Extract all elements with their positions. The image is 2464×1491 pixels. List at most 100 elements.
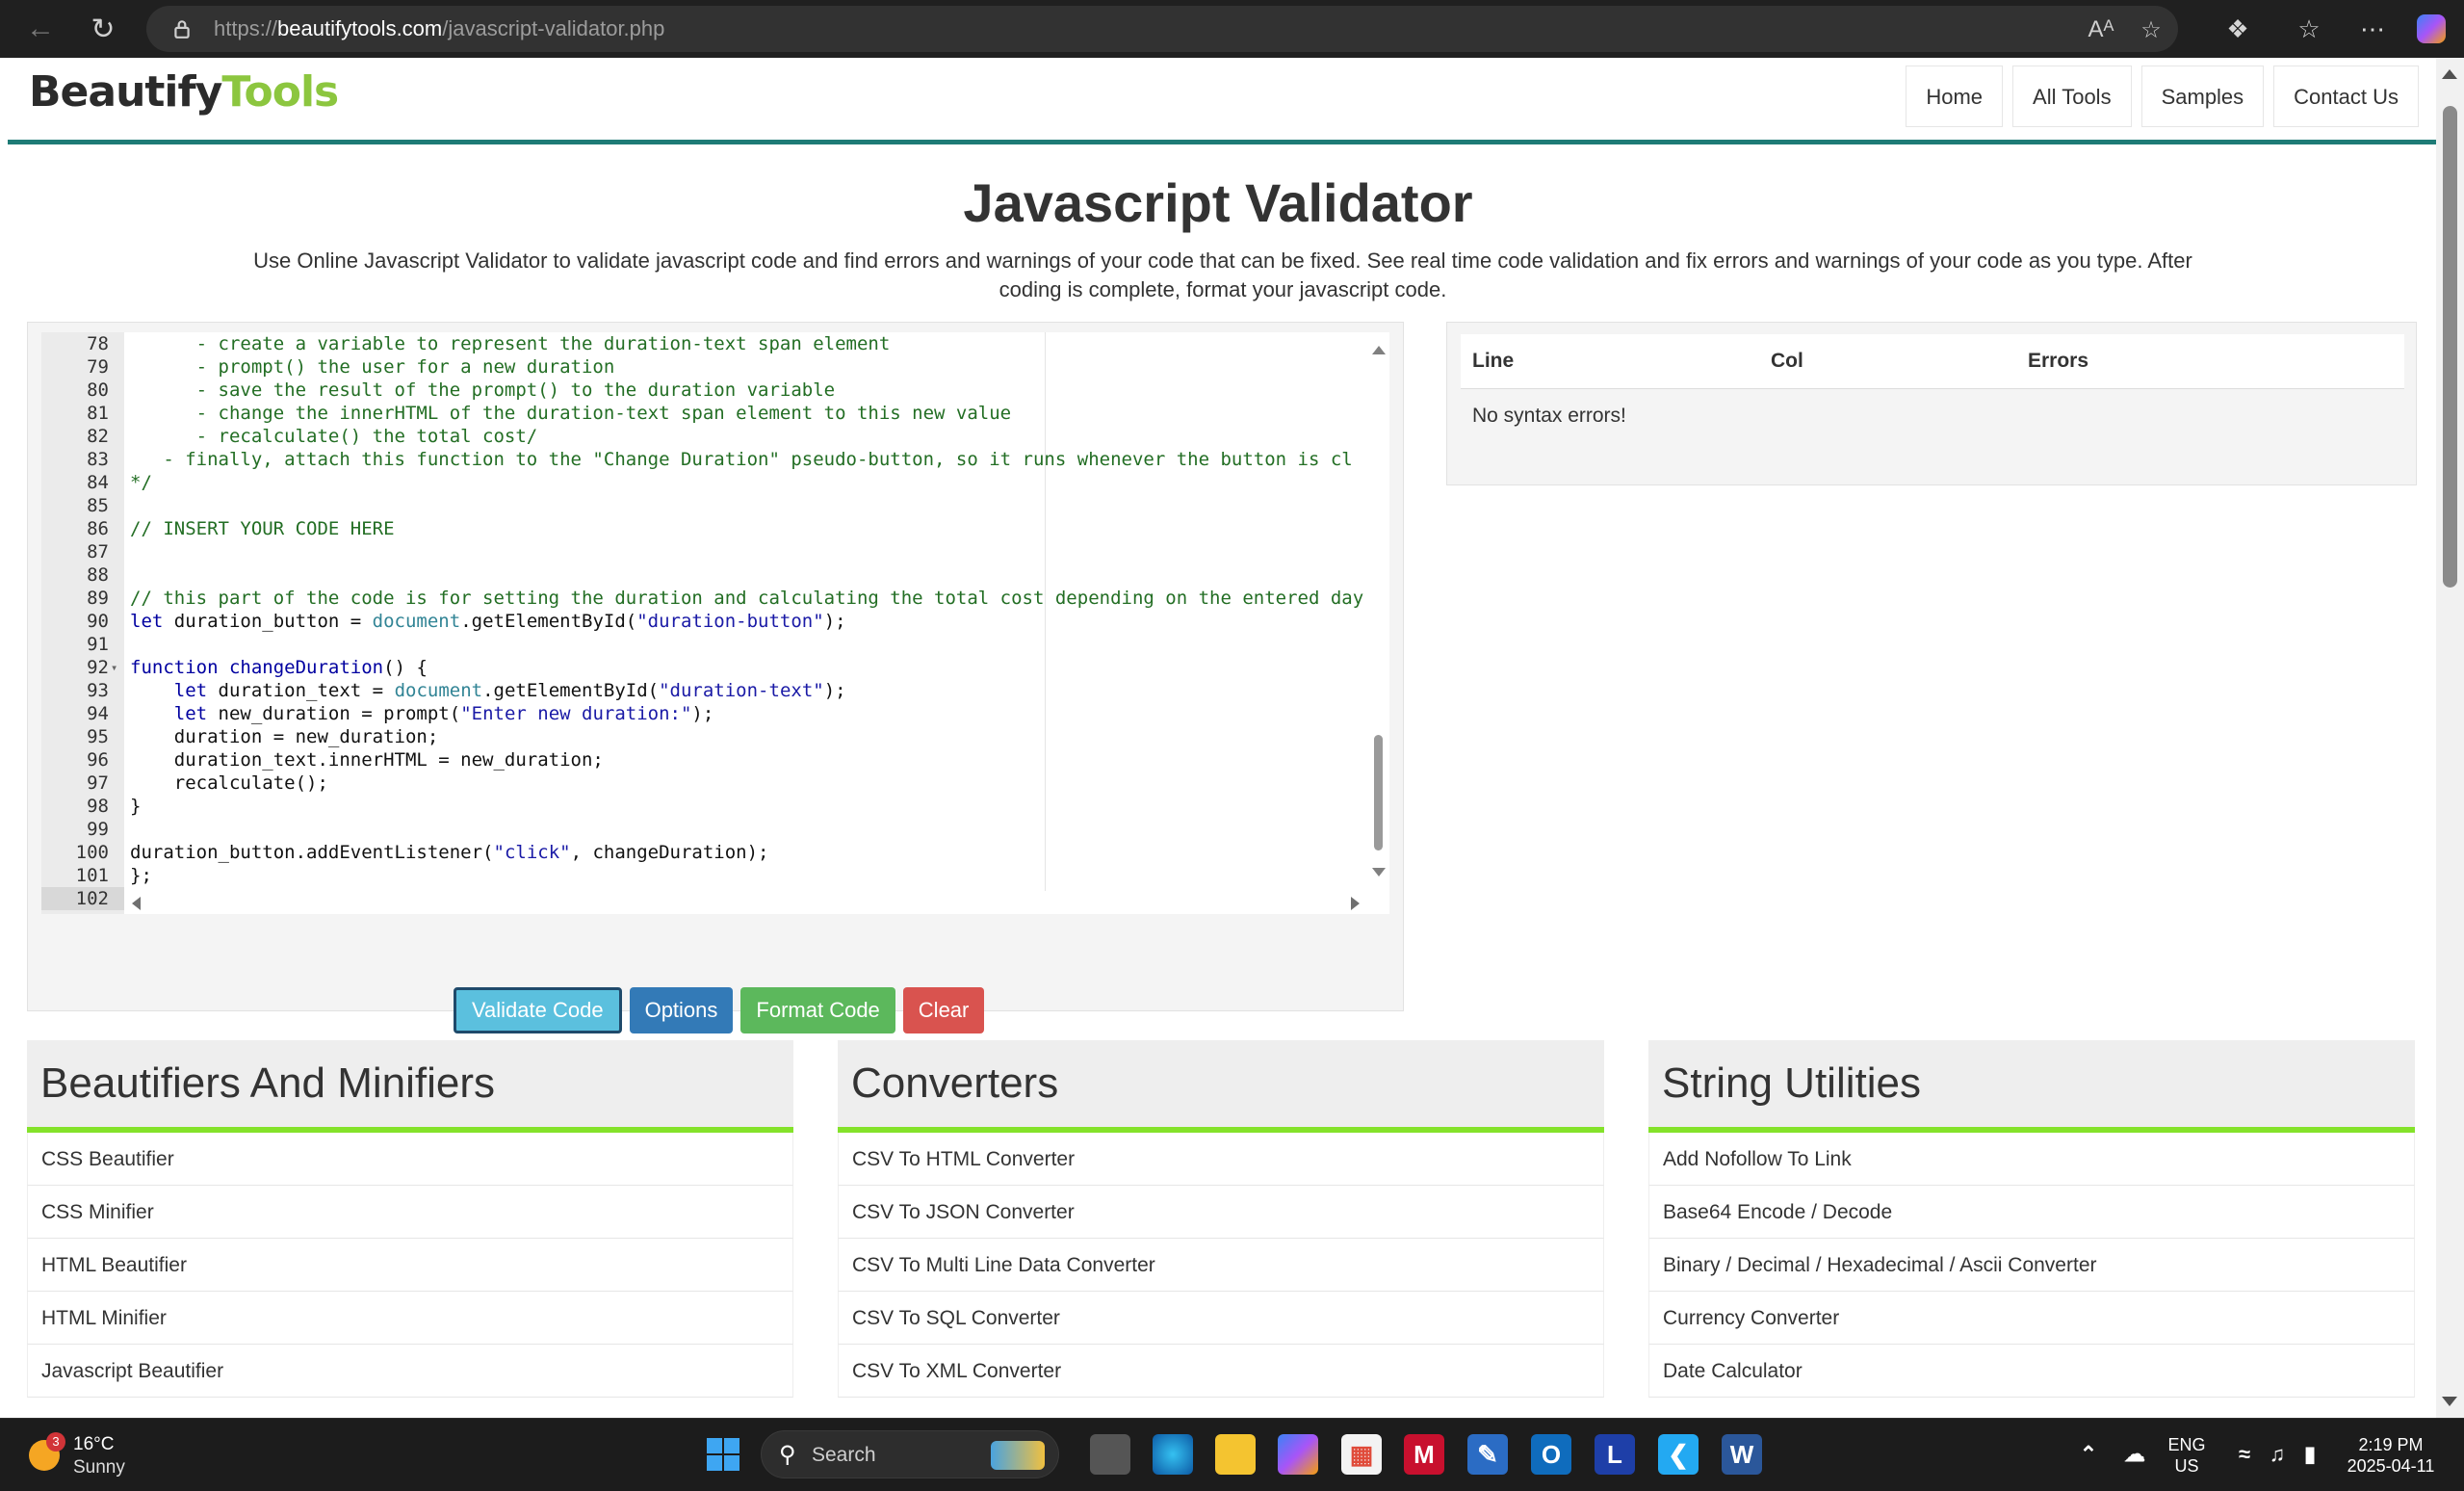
file-explorer-icon[interactable] [1215,1434,1256,1475]
tool-link[interactable]: HTML Minifier [27,1292,793,1345]
line-number: 97 [87,772,109,794]
code-line[interactable]: 83 - finally, attach this function to th… [41,448,1389,471]
code-line[interactable]: 93 let duration_text = document.getEleme… [41,679,1389,702]
clear-button[interactable]: Clear [902,987,985,1033]
address-bar[interactable]: https://beautifytools.com/javascript-val… [146,6,2178,52]
code-line[interactable]: 97 recalculate(); [41,772,1389,795]
code-line[interactable]: 100 duration_button.addEventListener("cli… [41,841,1389,864]
code-line[interactable]: 91 [41,633,1389,656]
task-view-icon[interactable] [1090,1434,1130,1475]
options-button[interactable]: Options [629,987,734,1033]
code-line[interactable]: 94 let new_duration = prompt("Enter new … [41,702,1389,725]
edge-browser-icon[interactable] [1153,1434,1193,1475]
code-line[interactable]: 99 [41,818,1389,841]
code-line[interactable]: 96 duration_text.innerHTML = new_duratio… [41,748,1389,772]
clock[interactable]: 2:19 PM 2025-04-11 [2338,1434,2444,1477]
show-hidden-icons-chevron-icon[interactable]: ⌃ [2068,1434,2109,1475]
code-line[interactable]: 101}; [41,864,1389,887]
security-alert-icon[interactable]: ☁ [2114,1434,2155,1475]
more-options-icon[interactable]: ⋯ [2355,12,2390,46]
code-line[interactable]: 87 [41,540,1389,563]
tool-link[interactable]: CSV To HTML Converter [838,1133,1604,1186]
favorites-icon[interactable]: ☆ [2292,12,2326,46]
scroll-down-arrow-icon[interactable] [1372,868,1386,876]
mcafee-icon[interactable]: M [1404,1434,1444,1475]
tool-link[interactable]: HTML Beautifier [27,1239,793,1292]
tool-link[interactable]: CSS Minifier [27,1186,793,1239]
back-arrow-icon[interactable]: ← [19,8,62,50]
nav-samples[interactable]: Samples [2140,65,2265,127]
page-scrollbar[interactable] [2436,58,2464,1418]
tool-link[interactable]: CSV To SQL Converter [838,1292,1604,1345]
tool-link[interactable]: CSV To XML Converter [838,1345,1604,1398]
copilot-icon[interactable] [2417,14,2446,43]
code-line[interactable]: 79 - prompt() the user for a new duratio… [41,355,1389,379]
clock-date: 2025-04-11 [2347,1456,2435,1476]
copilot-app-icon[interactable] [1278,1434,1318,1475]
page-scroll-down-arrow-icon[interactable] [2442,1397,2457,1406]
windows-start-icon[interactable] [703,1434,743,1475]
code-text: }; [130,865,152,886]
code-lines[interactable]: 78 - create a variable to represent the … [41,332,1389,910]
page-scroll-up-arrow-icon[interactable] [2442,69,2457,79]
nav-home[interactable]: Home [1906,65,2004,127]
editor-horizontal-scrollbar[interactable] [124,891,1376,914]
code-line[interactable]: 80 - save the result of the prompt() to … [41,379,1389,402]
paint-app-icon[interactable]: ✎ [1467,1434,1508,1475]
code-line[interactable]: 84 */ [41,471,1389,494]
nav-contact-us[interactable]: Contact Us [2273,65,2419,127]
code-text: */ [130,472,152,493]
tool-link[interactable]: Currency Converter [1648,1292,2415,1345]
code-line[interactable]: 86 // INSERT YOUR CODE HERE [41,517,1389,540]
editor-vertical-scrollbar[interactable] [1370,332,1386,891]
tool-link[interactable]: CSV To JSON Converter [838,1186,1604,1239]
scroll-up-arrow-icon[interactable] [1372,346,1386,354]
code-editor[interactable]: 78 - create a variable to represent the … [41,332,1389,914]
code-line[interactable]: 90 let duration_button = document.getElem… [41,610,1389,633]
category-header: Converters [838,1040,1604,1133]
validate-code-button[interactable]: Validate Code [454,987,622,1033]
tool-link[interactable]: Javascript Beautifier [27,1345,793,1398]
language-indicator[interactable]: ENG US [2157,1434,2217,1477]
code-line[interactable]: 98} [41,795,1389,818]
editor-scroll-thumb[interactable] [1374,735,1383,850]
l-app-icon[interactable]: L [1595,1434,1635,1475]
site-header: BeautifyTools Home All Tools Samples Con… [8,58,2436,144]
line-number: 80 [87,379,109,401]
code-line[interactable]: 78 - create a variable to represent the … [41,332,1389,355]
page-scroll-thumb[interactable] [2443,106,2457,588]
scroll-right-arrow-icon[interactable] [1351,897,1360,910]
language-code: ENG [2167,1435,2206,1454]
code-line[interactable]: 85 [41,494,1389,517]
code-line[interactable]: 82 - recalculate() the total cost/ [41,425,1389,448]
code-line[interactable]: 89 // this part of the code is for settin… [41,587,1389,610]
tool-link[interactable]: CSS Beautifier [27,1133,793,1186]
nav-all-tools[interactable]: All Tools [2012,65,2132,127]
favorite-star-icon[interactable]: ☆ [2137,15,2166,44]
code-line[interactable]: 95 duration = new_duration; [41,725,1389,748]
line-number: 100 [75,842,109,863]
microsoft-store-icon[interactable]: ▦ [1341,1434,1382,1475]
battery-icon[interactable]: ▮ [2290,1434,2330,1475]
outlook-icon[interactable]: O [1531,1434,1571,1475]
reload-icon[interactable]: ↻ [82,8,124,50]
line-number: 79 [87,356,109,378]
word-icon[interactable]: W [1722,1434,1762,1475]
vscode-icon[interactable]: ❮ [1658,1434,1699,1475]
read-aloud-icon[interactable]: A​ᴬ [2087,15,2115,44]
extensions-icon[interactable]: ❖ [2220,12,2255,46]
code-line[interactable]: 92 ▾ function changeDuration() { [41,656,1389,679]
format-code-button[interactable]: Format Code [740,987,895,1033]
tool-link[interactable]: Binary / Decimal / Hexadecimal / Ascii C… [1648,1239,2415,1292]
scroll-left-arrow-icon[interactable] [132,897,141,910]
site-logo[interactable]: BeautifyTools [29,67,339,117]
temperature: 16°C [73,1434,115,1454]
code-line[interactable]: 81 - change the innerHTML of the duratio… [41,402,1389,425]
tool-link[interactable]: CSV To Multi Line Data Converter [838,1239,1604,1292]
fold-toggle-icon[interactable]: ▾ [111,656,117,679]
taskbar-search[interactable]: ⚲ Search [761,1430,1059,1478]
tool-link[interactable]: Date Calculator [1648,1345,2415,1398]
tool-link[interactable]: Base64 Encode / Decode [1648,1186,2415,1239]
tool-link[interactable]: Add Nofollow To Link [1648,1133,2415,1186]
code-line[interactable]: 88 [41,563,1389,587]
